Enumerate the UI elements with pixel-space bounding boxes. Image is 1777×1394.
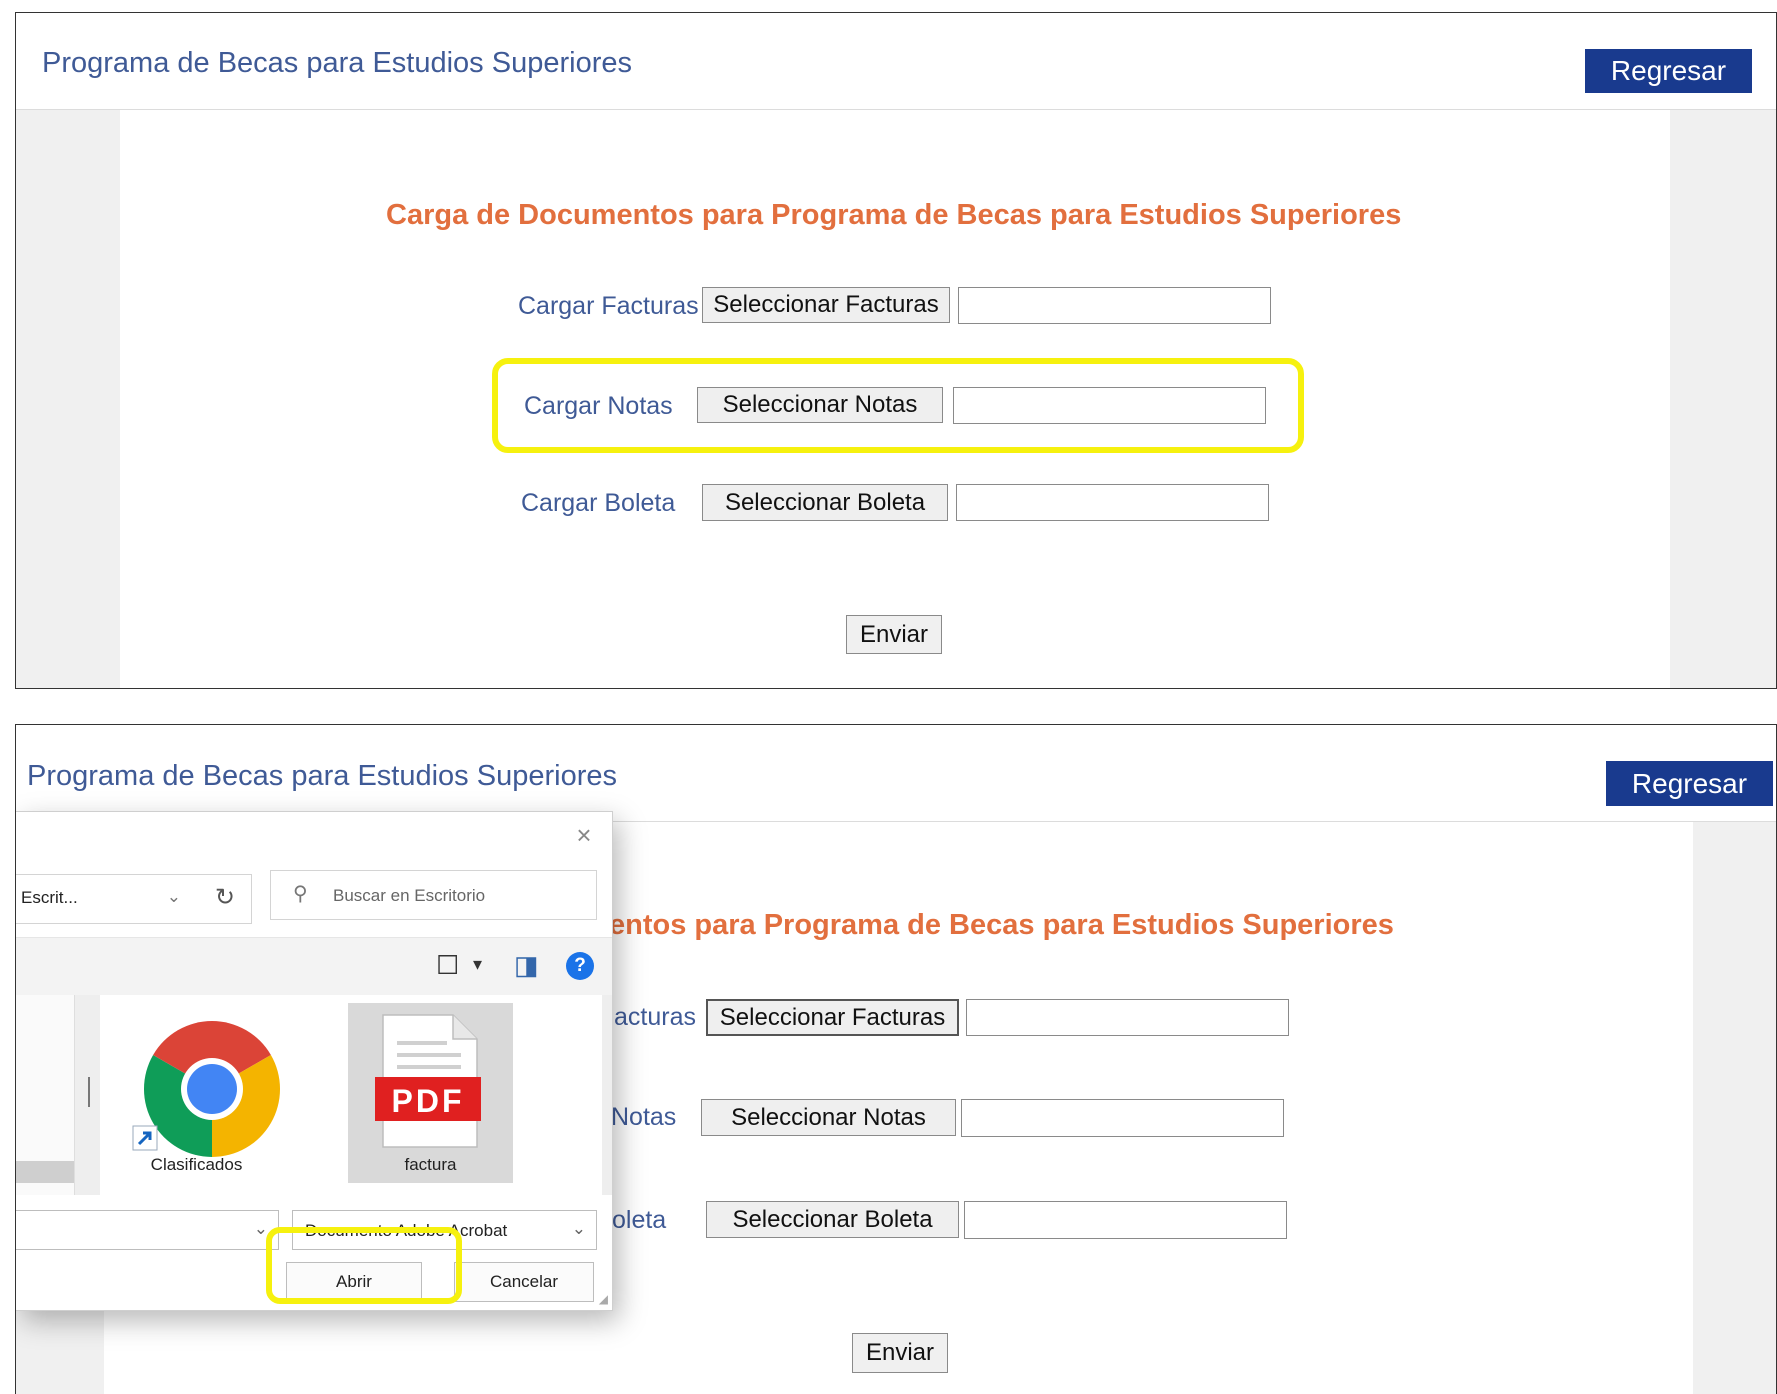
select-boleta-button[interactable]: Seleccionar Boleta (702, 484, 948, 521)
header-bar: Programa de Becas para Estudios Superior… (16, 725, 1776, 822)
label-notas-partial: Notas (611, 1103, 677, 1131)
boleta-file-input[interactable] (956, 484, 1269, 521)
open-button[interactable]: Abrir (286, 1262, 422, 1302)
screenshot-upload-form: Programa de Becas para Estudios Superior… (15, 12, 1777, 689)
label-notas: Cargar Notas (524, 392, 673, 420)
file-type-text: Documento Adobe Acrobat (305, 1221, 508, 1240)
facturas-file-input[interactable] (966, 999, 1289, 1036)
pdf-file-icon (375, 1014, 481, 1148)
pdf-badge-text: PDF (391, 1083, 465, 1119)
left-gutter (16, 110, 120, 688)
form-title: Carga de Documentos para Programa de Bec… (386, 199, 1402, 231)
resize-grip-icon[interactable]: ◢ (599, 1292, 608, 1306)
dialog-toolbar: ☐ ▾ ◨ ? (16, 937, 612, 996)
file-name: factura (404, 1155, 457, 1174)
label-facturas-partial: acturas (614, 1003, 696, 1031)
file-item-factura[interactable]: PDF factura (348, 1003, 513, 1183)
page-title: Programa de Becas para Estudios Superior… (27, 760, 617, 792)
search-placeholder: Buscar en Escritorio (333, 886, 486, 905)
select-facturas-button[interactable]: Seleccionar Facturas (706, 999, 959, 1036)
cancel-button[interactable]: Cancelar (454, 1262, 594, 1302)
file-list-pane: Clasificados PDF factura (16, 995, 612, 1195)
file-name: Clasificados (150, 1155, 243, 1174)
scrollbar[interactable] (16, 1161, 74, 1183)
search-input[interactable]: ⚲ Buscar en Escritorio (270, 870, 597, 920)
notas-file-input[interactable] (961, 1099, 1284, 1137)
view-mode-icon[interactable]: ☐ (436, 950, 459, 981)
select-facturas-button[interactable]: Seleccionar Facturas (702, 287, 950, 323)
select-notas-button[interactable]: Seleccionar Notas (701, 1099, 956, 1136)
chevron-down-icon: ⌄ (571, 1219, 586, 1238)
file-name-field[interactable]: ⌄ (16, 1210, 279, 1250)
notas-file-input[interactable] (953, 387, 1266, 424)
form-title-partial: entos para Programa de Becas para Estudi… (609, 909, 1394, 941)
submit-button[interactable]: Enviar (852, 1333, 948, 1373)
select-notas-button[interactable]: Seleccionar Notas (697, 387, 943, 423)
label-boleta: Cargar Boleta (521, 489, 676, 517)
file-type-dropdown[interactable]: Documento Adobe Acrobat ⌄ (292, 1210, 597, 1250)
files-area: Clasificados PDF factura (100, 995, 602, 1195)
pane-splitter[interactable] (88, 1077, 90, 1107)
screenshot-file-dialog: Programa de Becas para Estudios Superior… (15, 724, 1777, 1394)
boleta-file-input[interactable] (964, 1201, 1287, 1239)
back-button[interactable]: Regresar (1585, 49, 1752, 93)
close-icon[interactable]: × (570, 820, 598, 850)
chrome-shortcut-icon (143, 1021, 281, 1157)
right-gutter (1670, 110, 1776, 688)
help-icon[interactable]: ? (566, 952, 594, 980)
preview-pane-icon[interactable]: ◨ (514, 950, 539, 981)
chevron-down-icon: ⌄ (253, 1219, 268, 1238)
shortcut-arrow-icon (132, 1125, 158, 1151)
path-text: Escrit... (21, 888, 78, 907)
facturas-file-input[interactable] (958, 287, 1271, 324)
path-dropdown[interactable]: Escrit... ⌄ ↻ (16, 874, 252, 924)
file-item-clasificados[interactable]: Clasificados (114, 1003, 281, 1183)
label-facturas: Cargar Facturas (518, 292, 699, 320)
navigation-pane (16, 995, 75, 1195)
file-open-dialog: × Escrit... ⌄ ↻ ⚲ Buscar en Escritorio ☐… (16, 811, 613, 1311)
chevron-down-icon[interactable]: ▾ (473, 954, 482, 975)
label-boleta-partial: oleta (612, 1206, 667, 1234)
chevron-down-icon: ⌄ (166, 887, 181, 906)
header-bar: Programa de Becas para Estudios Superior… (16, 13, 1776, 110)
refresh-icon[interactable]: ↻ (215, 883, 235, 912)
back-button[interactable]: Regresar (1606, 761, 1773, 806)
search-icon: ⚲ (293, 883, 308, 905)
page-title: Programa de Becas para Estudios Superior… (42, 47, 632, 79)
select-boleta-button[interactable]: Seleccionar Boleta (706, 1201, 959, 1238)
right-gutter (1693, 822, 1776, 1394)
submit-button[interactable]: Enviar (846, 615, 942, 654)
